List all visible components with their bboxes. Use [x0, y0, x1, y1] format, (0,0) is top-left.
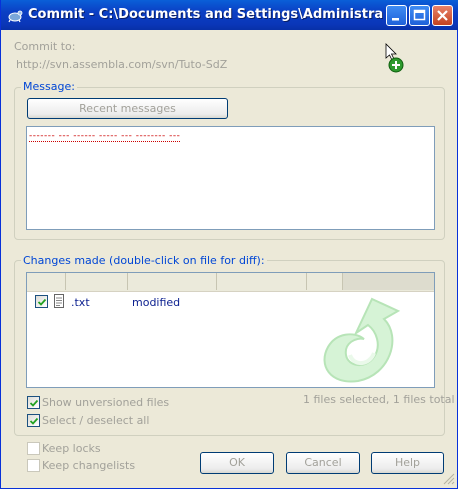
- keep-changelists-checkbox[interactable]: [27, 459, 40, 472]
- tortoise-icon: [7, 7, 23, 23]
- keep-locks-label: Keep locks: [42, 442, 101, 455]
- cancel-label: Cancel: [304, 456, 342, 469]
- ok-button[interactable]: OK: [200, 452, 274, 474]
- commit-to-label: Commit to:: [14, 40, 76, 53]
- resize-grip-icon[interactable]: [442, 472, 455, 488]
- changes-list[interactable]: .txt modified: [26, 272, 435, 388]
- message-input[interactable]: ------- --- ------ ----- --- -------- --…: [26, 126, 435, 230]
- show-unversioned-label: Show unversioned files: [42, 396, 170, 409]
- maximize-icon: [413, 9, 426, 21]
- close-icon: [437, 10, 448, 21]
- column-header[interactable]: [343, 273, 434, 290]
- checkmark-icon: [37, 298, 47, 306]
- column-header[interactable]: [27, 273, 66, 290]
- column-header[interactable]: [307, 273, 343, 290]
- commit-dialog: Commit - C:\Documents and Settings\Admin…: [0, 0, 458, 489]
- checkmark-icon: [29, 417, 39, 425]
- help-button[interactable]: Help: [371, 452, 444, 474]
- message-group-label: Message:: [21, 80, 77, 93]
- close-button[interactable]: [432, 5, 453, 26]
- column-header[interactable]: [66, 273, 128, 290]
- select-all-label: Select / deselect all: [42, 414, 150, 427]
- cancel-button[interactable]: Cancel: [286, 452, 360, 474]
- file-status: modified: [132, 296, 181, 309]
- column-header[interactable]: [217, 273, 307, 290]
- list-item[interactable]: .txt modified: [27, 292, 434, 312]
- ok-label: OK: [229, 456, 245, 469]
- changes-group-label: Changes made (double-click on file for d…: [21, 254, 267, 267]
- list-header: [27, 273, 434, 292]
- show-unversioned-checkbox[interactable]: [27, 396, 40, 409]
- repository-url: http://svn.assembla.com/svn/Tuto-SdZ: [16, 58, 228, 71]
- column-header[interactable]: [128, 273, 217, 290]
- text-file-icon: [54, 294, 64, 311]
- file-name: .txt: [71, 296, 90, 309]
- mouse-cursor-icon: [384, 43, 408, 76]
- keep-changelists-label: Keep changelists: [42, 459, 136, 472]
- recent-messages-button[interactable]: Recent messages: [27, 98, 228, 119]
- help-label: Help: [394, 456, 421, 469]
- minimize-button[interactable]: [386, 5, 407, 26]
- window-title: Commit - C:\Documents and Settings\Admin…: [28, 7, 383, 22]
- recent-messages-label: Recent messages: [79, 102, 176, 115]
- select-all-checkbox[interactable]: [27, 414, 40, 427]
- maximize-button[interactable]: [409, 5, 430, 26]
- minimize-icon: [392, 18, 399, 21]
- checkmark-icon: [29, 399, 39, 407]
- selection-status: 1 files selected, 1 files total: [303, 393, 455, 406]
- keep-locks-checkbox[interactable]: [27, 442, 40, 455]
- message-text: ------- --- ------ ----- --- -------- --…: [29, 131, 181, 142]
- file-checkbox[interactable]: [35, 295, 48, 308]
- title-bar[interactable]: Commit - C:\Documents and Settings\Admin…: [1, 0, 458, 30]
